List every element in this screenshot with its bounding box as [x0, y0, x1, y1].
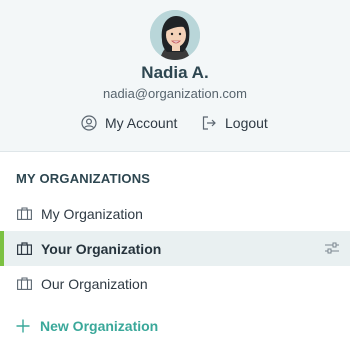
profile-header: Nadia A. nadia@organization.com My Accou… [0, 0, 350, 152]
organization-item-our[interactable]: Our Organization [0, 266, 350, 301]
organization-settings-button[interactable] [324, 241, 340, 255]
my-account-link[interactable]: My Account [81, 113, 177, 133]
organization-label: Your Organization [41, 240, 162, 257]
organization-label: My Organization [41, 205, 143, 222]
briefcase-icon [17, 242, 32, 255]
user-email: nadia@organization.com [102, 86, 247, 101]
logout-label: Logout [225, 115, 268, 131]
logout-arrow-icon [202, 116, 216, 130]
organization-list: My Organization Your Organization Our Or… [0, 196, 350, 301]
sliders-icon [325, 242, 339, 254]
briefcase-icon [17, 277, 32, 290]
new-organization-label: New Organization [40, 318, 159, 334]
organization-item-my[interactable]: My Organization [0, 196, 350, 231]
user-circle-icon [81, 115, 97, 131]
avatar [150, 10, 200, 60]
organization-label: Our Organization [41, 275, 148, 292]
my-account-label: My Account [105, 115, 178, 131]
plus-icon [16, 319, 30, 333]
avatar-portrait-icon [150, 10, 200, 60]
logout-link[interactable]: Logout [201, 113, 268, 133]
briefcase-icon [17, 207, 32, 220]
account-actions: My Account Logout [0, 113, 350, 133]
user-name: Nadia A. [141, 63, 209, 82]
new-organization-button[interactable]: New Organization [16, 316, 158, 336]
section-title: MY ORGANIZATIONS [16, 171, 151, 186]
organization-item-your[interactable]: Your Organization [0, 231, 350, 266]
